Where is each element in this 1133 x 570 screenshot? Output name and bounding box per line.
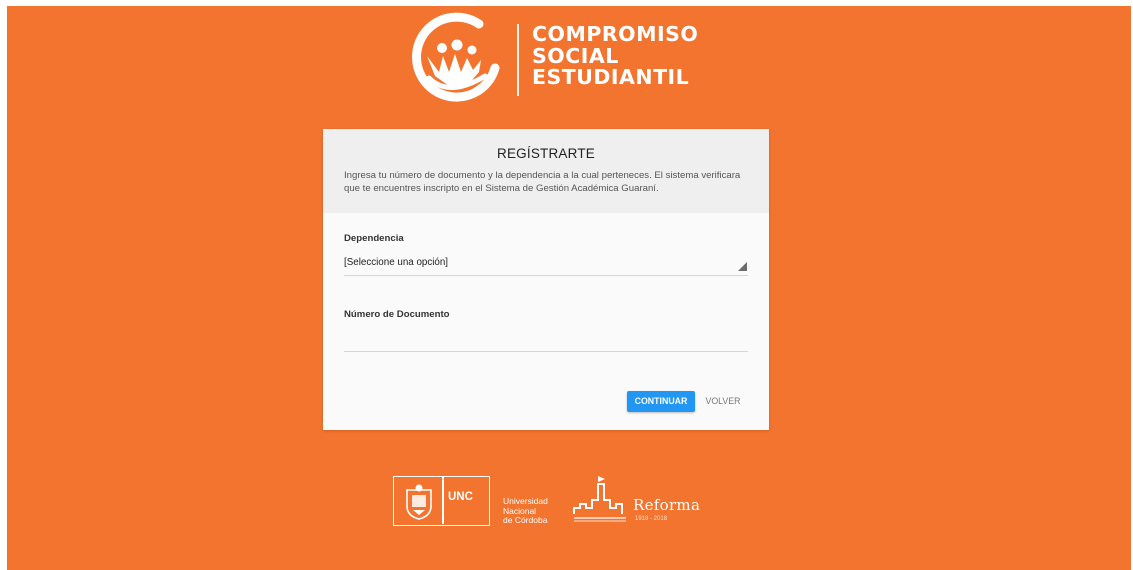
unc-name: Universidad Nacional de Córdoba [503, 496, 548, 526]
logo-divider [517, 24, 519, 96]
page-background: COMPROMISO SOCIAL ESTUDIANTIL REGÍSTRART… [7, 6, 1131, 570]
unc-crest-icon [406, 484, 432, 520]
select-arrow-icon [738, 262, 747, 271]
dependencia-select[interactable]: [Seleccione una opción] [344, 253, 748, 276]
unc-logo: UNC [393, 476, 490, 526]
unc-name-line: de Córdoba [503, 515, 548, 525]
card-header: REGÍSTRARTE Ingresa tu número de documen… [323, 129, 769, 213]
unc-divider [442, 477, 444, 524]
dependencia-selected-value: [Seleccione una opción] [344, 257, 449, 268]
documento-label: Número de Documento [344, 309, 450, 320]
card-description: Ingresa tu número de documento y la depe… [344, 170, 741, 194]
reforma-building-icon [573, 476, 626, 522]
registration-card: REGÍSTRARTE Ingresa tu número de documen… [323, 129, 769, 430]
logo-text: COMPROMISO SOCIAL ESTUDIANTIL [532, 22, 699, 89]
reforma-title: Reforma [633, 496, 701, 514]
compromiso-social-logo: COMPROMISO SOCIAL ESTUDIANTIL [409, 12, 709, 104]
logo-line: COMPROMISO [532, 22, 699, 46]
continue-button[interactable]: CONTINUAR [627, 391, 695, 412]
unc-acronym: UNC [448, 491, 473, 503]
card-title: REGÍSTRARTE [497, 146, 595, 161]
reforma-years: 1918 - 2018 [635, 516, 668, 522]
people-circle-logo-icon [412, 12, 500, 102]
logo-line: ESTUDIANTIL [532, 65, 690, 89]
dependencia-label: Dependencia [344, 233, 404, 244]
back-button[interactable]: VOLVER [703, 391, 743, 412]
documento-input[interactable] [344, 329, 748, 352]
footer-logos: UNC Universidad Nacional de Córdoba Refo… [393, 474, 713, 534]
logo-line: SOCIAL [532, 43, 619, 68]
